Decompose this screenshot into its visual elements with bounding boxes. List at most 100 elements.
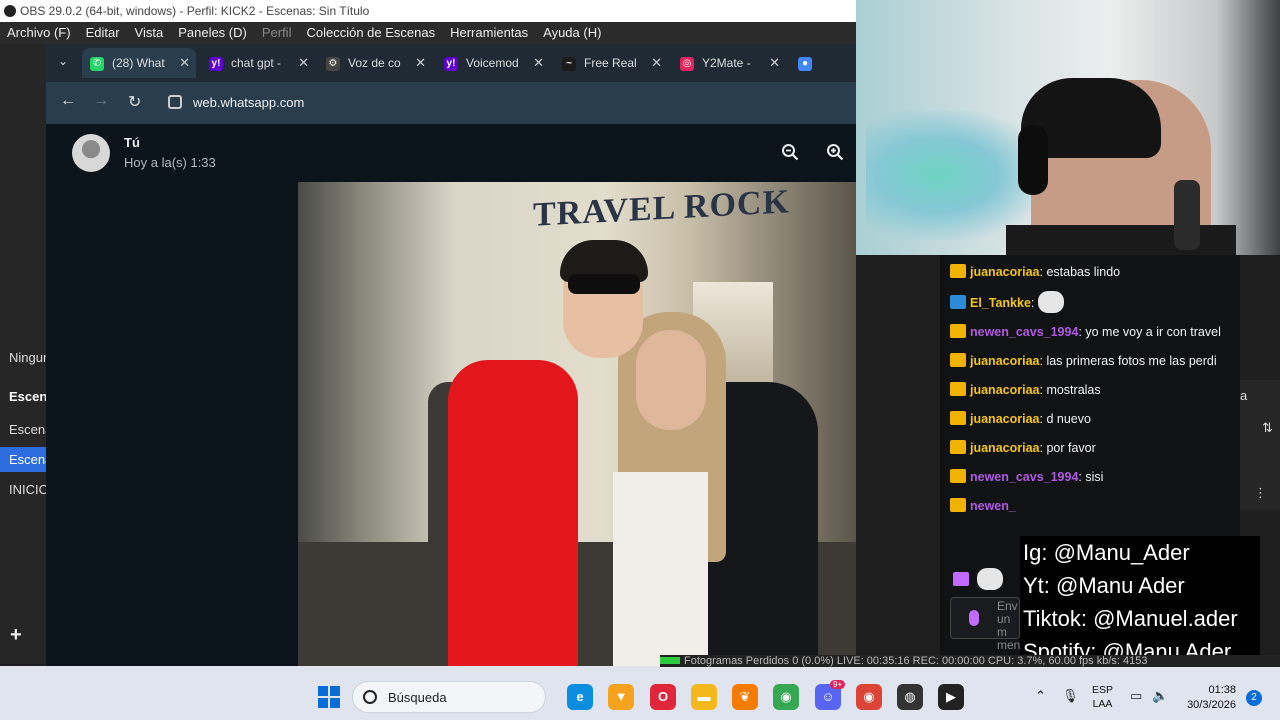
tab-label: Free Real xyxy=(584,56,637,70)
windows-taskbar xyxy=(0,666,1280,720)
chat-input-placeholder: Env un m men xyxy=(997,599,1021,652)
obs-add-scene-button[interactable]: + xyxy=(10,624,22,647)
close-tab-icon[interactable]: ✕ xyxy=(769,48,780,78)
obs-menu-bar: Archivo (F) Editar Vista Paneles (D) Perfil C… xyxy=(0,22,856,44)
chat-username[interactable]: newen_cavs_1994 xyxy=(970,470,1078,484)
shared-photo[interactable]: TRAVEL ROCK xyxy=(298,182,856,666)
chat-username[interactable]: juanacoriaa xyxy=(970,265,1039,279)
tab-search-chevron-icon[interactable]: ⌄ xyxy=(58,54,68,68)
chat-username[interactable]: El_Tankke xyxy=(970,296,1031,310)
menu-archivo[interactable]: Archivo (F) xyxy=(0,22,79,44)
obs-more-icon[interactable]: ⋮ xyxy=(1254,485,1267,501)
chat-message: newen_ xyxy=(950,496,1235,516)
chat-username[interactable]: newen_cavs_1994 xyxy=(970,325,1078,339)
chat-username[interactable]: juanacoriaa xyxy=(970,441,1039,455)
close-tab-icon[interactable]: ✕ xyxy=(179,48,190,78)
back-icon[interactable]: ← xyxy=(60,92,76,110)
brave-icon[interactable]: ▼ xyxy=(608,684,634,710)
sent-time: Hoy a la(s) 1:33 xyxy=(124,155,216,170)
y2mate-icon: ◎ xyxy=(680,56,694,71)
tab-strip: ⌄ ✆ (28) What ✕ y! chat gpt - ✕ ⚙ Voz de co ✕ y! V… xyxy=(46,44,856,100)
notification-badge[interactable]: 2 xyxy=(1246,690,1262,706)
chat-username[interactable]: newen_ xyxy=(970,499,1016,513)
subscriber-crown-icon xyxy=(950,411,966,425)
chrome-profile-icon[interactable]: ◉ xyxy=(856,684,882,710)
obs-right-arrows[interactable]: ⇅ xyxy=(1262,420,1273,436)
language-code: ESP xyxy=(1092,684,1114,696)
moderator-badge-icon xyxy=(950,295,966,309)
yahoo-icon: y! xyxy=(209,56,223,71)
tray-chevron-icon[interactable]: ⌃ xyxy=(1035,688,1046,704)
menu-coleccion-escenas[interactable]: Colección de Escenas xyxy=(299,22,443,44)
chat-reward-emotes xyxy=(953,568,1003,590)
reload-icon[interactable]: ↻ xyxy=(128,92,141,112)
whatsapp-media-header: Tú Hoy a la(s) 1:33 xyxy=(46,124,856,182)
edge-icon[interactable]: e xyxy=(567,684,593,710)
opera-icon[interactable]: O xyxy=(650,684,676,710)
browser-tab[interactable]: ●Conver xyxy=(790,48,856,100)
forward-icon[interactable]: → xyxy=(93,92,109,110)
browser-tab[interactable]: ⚙ Voz de co ✕ xyxy=(318,48,432,78)
clock-time: 01:38 xyxy=(1208,684,1236,696)
language-indicator[interactable]: ESP LAA xyxy=(1092,683,1113,711)
obs-live-indicator xyxy=(660,657,680,664)
network-icon[interactable]: ▭ xyxy=(1130,688,1142,704)
chat-username[interactable]: juanacoriaa xyxy=(970,412,1039,426)
google-icon: ● xyxy=(798,56,812,71)
obs-icon[interactable]: ◍ xyxy=(897,684,923,710)
obs-window-title: OBS 29.0.2 (64-bit, windows) - Perfil: K… xyxy=(20,4,370,18)
chat-message: newen_cavs_1994: sisi xyxy=(950,467,1235,487)
zoom-out-icon[interactable] xyxy=(781,143,799,161)
chat-input[interactable]: Env un m men xyxy=(950,597,1020,652)
obs-right-label: a xyxy=(1240,388,1248,403)
taskbar-search[interactable]: Búsqueda xyxy=(352,681,546,713)
fl-studio-icon[interactable]: ❦ xyxy=(732,684,758,710)
site-settings-icon[interactable] xyxy=(168,95,182,109)
chat-username[interactable]: juanacoriaa xyxy=(970,383,1039,397)
close-tab-icon[interactable]: ✕ xyxy=(533,48,544,78)
menu-paneles[interactable]: Paneles (D) xyxy=(171,22,255,44)
folder-icon[interactable]: ▬ xyxy=(691,684,717,710)
mic-icon[interactable] xyxy=(969,610,979,626)
url-text[interactable]: web.whatsapp.com xyxy=(193,95,304,110)
volume-icon[interactable]: 🔈 xyxy=(1152,688,1168,704)
social-tiktok: Tiktok: @Manuel.ader xyxy=(1023,606,1238,631)
close-tab-icon[interactable]: ✕ xyxy=(415,48,426,78)
chat-text: las primeras fotos me las perdi xyxy=(1046,354,1217,368)
photo-sunglasses xyxy=(568,274,640,294)
menu-herramientas[interactable]: Herramientas xyxy=(443,22,536,44)
chat-message: El_Tankke: xyxy=(950,291,1235,313)
discord-unread-badge: 9+ xyxy=(830,680,846,689)
menu-perfil[interactable]: Perfil xyxy=(255,22,300,44)
zoom-in-icon[interactable] xyxy=(826,143,844,161)
avatar[interactable] xyxy=(72,134,110,172)
browser-tab[interactable]: ~ Free Real ✕ xyxy=(554,48,668,78)
browser-tab[interactable]: ◎ Y2Mate - ✕ xyxy=(672,48,786,78)
chat-text: estabas lindo xyxy=(1046,265,1121,279)
social-youtube: Yt: @Manu Ader xyxy=(1023,573,1185,598)
obs-logo-icon xyxy=(4,5,16,17)
chat-separator: : xyxy=(1030,296,1038,310)
reward-icon xyxy=(953,572,969,586)
browser-tab[interactable]: y! chat gpt - ✕ xyxy=(201,48,315,78)
tab-label: chat gpt - xyxy=(231,56,282,70)
tray-mic-icon[interactable]: 🎙 xyxy=(1062,688,1079,704)
subscriber-crown-icon xyxy=(950,264,966,278)
obs-scene-item-inicio[interactable]: INICIO xyxy=(9,482,49,497)
social-instagram: Ig: @Manu_Ader xyxy=(1023,540,1190,565)
windows-start-icon[interactable] xyxy=(318,686,340,708)
media-player-icon[interactable]: ▶ xyxy=(938,684,964,710)
menu-vista[interactable]: Vista xyxy=(128,22,172,44)
chat-feed: juanacoriaa: estabas lindo El_Tankke: new… xyxy=(950,262,1235,525)
browser-tab[interactable]: ✆ (28) What ✕ xyxy=(82,48,196,78)
browser-tab[interactable]: y! Voicemod ✕ xyxy=(436,48,550,78)
menu-editar[interactable]: Editar xyxy=(79,22,128,44)
taskbar-clock[interactable]: 01:38 30/3/2026 xyxy=(1180,683,1236,713)
close-tab-icon[interactable]: ✕ xyxy=(651,48,662,78)
chrome-icon[interactable]: ◉ xyxy=(773,684,799,710)
chat-message: newen_cavs_1994: yo me voy a ir con trav… xyxy=(950,322,1235,342)
chat-username[interactable]: juanacoriaa xyxy=(970,354,1039,368)
menu-ayuda[interactable]: Ayuda (H) xyxy=(536,22,609,44)
photo-white-shirt xyxy=(613,472,708,666)
close-tab-icon[interactable]: ✕ xyxy=(298,48,309,78)
